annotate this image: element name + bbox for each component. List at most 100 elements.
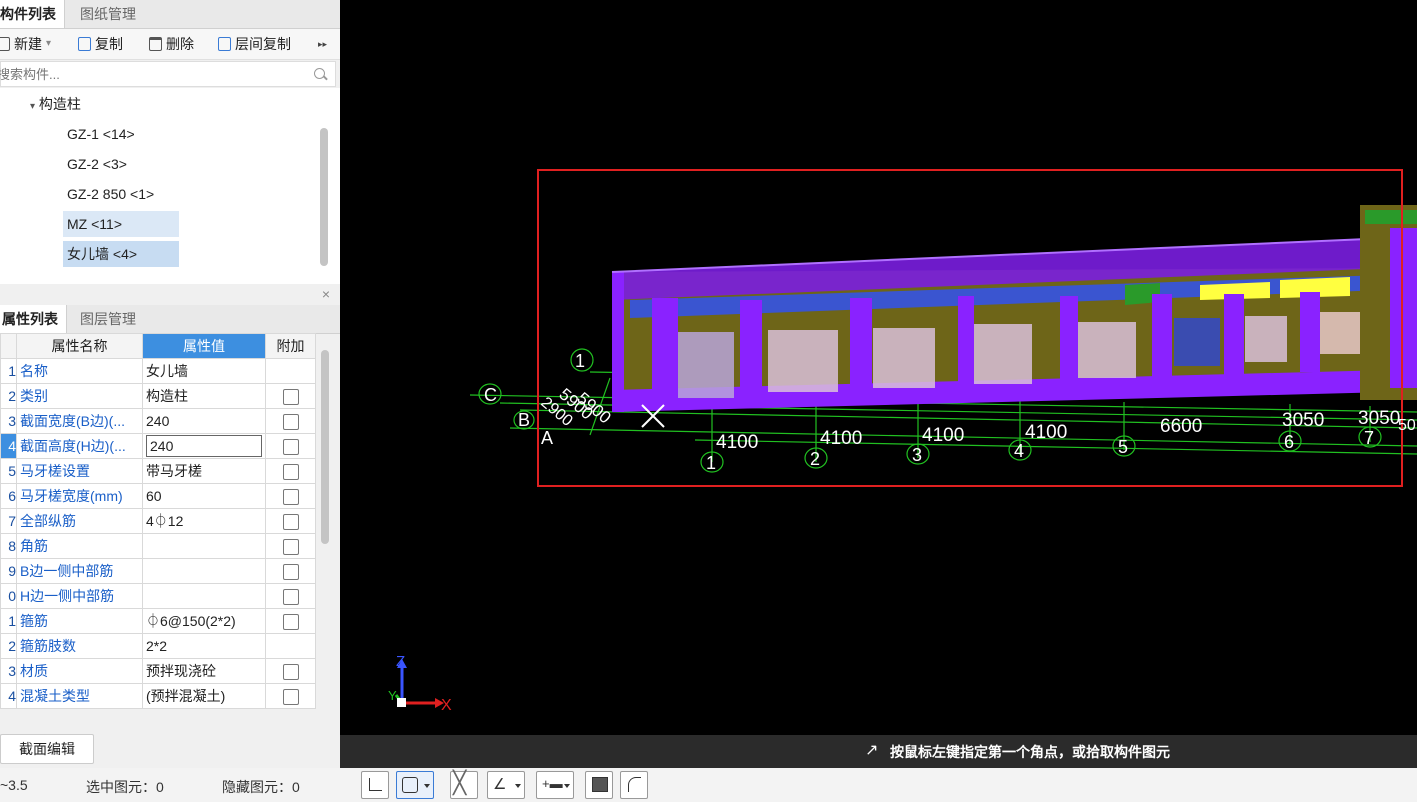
- property-value[interactable]: [142, 583, 266, 609]
- extra-checkbox[interactable]: [282, 388, 299, 405]
- property-value[interactable]: 2*2: [142, 633, 266, 659]
- table-row[interactable]: 4 混凝土类型 (预拌混凝土): [0, 683, 316, 709]
- cross-select-button[interactable]: ╳: [450, 770, 478, 799]
- extra-cell: [265, 508, 316, 534]
- extra-checkbox[interactable]: [282, 513, 299, 530]
- snap-button[interactable]: +▬: [536, 771, 574, 799]
- extra-checkbox[interactable]: [282, 663, 299, 680]
- building-model[interactable]: [611, 205, 1417, 412]
- row-index: 7: [0, 508, 17, 534]
- floor-copy-button[interactable]: 层间复制: [218, 29, 291, 59]
- delete-button[interactable]: 删除: [149, 29, 194, 59]
- extra-cell: [265, 633, 316, 659]
- select-mode-button[interactable]: [396, 771, 434, 799]
- axis-label-1-top: 1: [575, 351, 585, 371]
- tab-layer-management[interactable]: 图层管理: [72, 305, 144, 333]
- table-row[interactable]: 2 类别 构造柱: [0, 383, 316, 409]
- property-value[interactable]: ⏀6@150(2*2): [142, 608, 266, 634]
- row-index: 6: [0, 483, 17, 509]
- extra-checkbox[interactable]: [282, 413, 299, 430]
- table-row[interactable]: 5 马牙槎设置 带马牙槎: [0, 458, 316, 484]
- table-row[interactable]: 0 H边一侧中部筋: [0, 583, 316, 609]
- extra-checkbox[interactable]: [282, 438, 299, 455]
- search-input[interactable]: [0, 62, 289, 86]
- row-index: 5: [0, 458, 17, 484]
- display-button[interactable]: [585, 771, 613, 799]
- tab-component-list[interactable]: 构件列表: [0, 0, 65, 28]
- table-row[interactable]: 1 名称 女儿墙: [0, 358, 316, 384]
- property-value[interactable]: [142, 558, 266, 584]
- extra-checkbox[interactable]: [282, 588, 299, 605]
- tree-item-selected[interactable]: 女儿墙 <4>: [63, 241, 179, 267]
- table-row[interactable]: 8 角筋: [0, 533, 316, 559]
- extra-cell: [265, 433, 316, 459]
- property-value[interactable]: 240: [142, 408, 266, 434]
- property-value-cell[interactable]: 240: [142, 433, 266, 459]
- copy-button[interactable]: 复制: [78, 29, 123, 59]
- tree-item[interactable]: GZ-2 850 <1>: [63, 181, 158, 207]
- more-button[interactable]: ▸▸: [318, 29, 327, 59]
- section-edit-button[interactable]: 截面编辑: [0, 734, 94, 764]
- tree-item[interactable]: GZ-2 <3>: [63, 151, 131, 177]
- property-scrollbar[interactable]: [321, 350, 329, 544]
- table-row[interactable]: 6 马牙槎宽度(mm) 60: [0, 483, 316, 509]
- delete-label: 删除: [166, 36, 194, 52]
- row-index: 8: [0, 533, 17, 559]
- tree-category[interactable]: ▾ 构造柱: [30, 91, 81, 117]
- ortho-button[interactable]: [361, 771, 389, 799]
- close-icon[interactable]: ×: [322, 286, 330, 302]
- property-value[interactable]: [142, 533, 266, 559]
- row-index: 3: [0, 658, 17, 684]
- component-tree: ▾ 构造柱 GZ-1 <14> GZ-2 <3> GZ-2 850 <1> MZ…: [0, 88, 340, 284]
- row-index: 9: [0, 558, 17, 584]
- dim-label: 4100: [820, 428, 862, 449]
- table-row[interactable]: 3 截面宽度(B边)(... 240: [0, 408, 316, 434]
- curve-button[interactable]: [620, 771, 648, 799]
- extra-cell: [265, 558, 316, 584]
- property-value[interactable]: 预拌现浇砼: [142, 658, 266, 684]
- property-value[interactable]: 带马牙槎: [142, 458, 266, 484]
- new-button[interactable]: 新建 ▾: [0, 29, 51, 59]
- model-canvas[interactable]: C B A 1 1 2 3 4 5 6 7 4100 4100 4100 410…: [340, 0, 1417, 735]
- table-row[interactable]: 2 箍筋肢数 2*2: [0, 633, 316, 659]
- dim-label: 3050: [1282, 410, 1324, 431]
- tab-drawing-management[interactable]: 图纸管理: [72, 0, 144, 28]
- extra-checkbox[interactable]: [282, 688, 299, 705]
- extra-cell: [265, 408, 316, 434]
- extra-checkbox[interactable]: [282, 613, 299, 630]
- selected-count: 选中图元：0: [86, 779, 164, 795]
- left-panel: 构件列表 图纸管理 新建 ▾ 复制 删除 层间复制 ▸▸ ▾ 构造柱 GZ: [0, 0, 340, 768]
- chevron-down-icon: ▾: [46, 38, 52, 49]
- table-row[interactable]: 9 B边一侧中部筋: [0, 558, 316, 584]
- property-value-input[interactable]: 240: [146, 435, 262, 457]
- table-row[interactable]: 3 材质 预拌现浇砼: [0, 658, 316, 684]
- table-row[interactable]: 7 全部纵筋 4⏀12: [0, 508, 316, 534]
- extra-checkbox[interactable]: [282, 488, 299, 505]
- property-name: 马牙槎设置: [16, 458, 143, 484]
- tree-item[interactable]: GZ-1 <14>: [63, 121, 139, 147]
- property-value[interactable]: 60: [142, 483, 266, 509]
- extra-checkbox[interactable]: [282, 563, 299, 580]
- tab-property-list[interactable]: 属性列表: [0, 305, 67, 333]
- search-icon[interactable]: [314, 68, 325, 79]
- axis-label-col-2: 2: [810, 449, 820, 469]
- extra-checkbox[interactable]: [282, 538, 299, 555]
- table-row[interactable]: 1 箍筋 ⏀6@150(2*2): [0, 608, 316, 634]
- property-name: 名称: [16, 358, 143, 384]
- tree-scrollbar[interactable]: [320, 128, 328, 266]
- status-bar: ~3.5 选中图元：0 隐藏图元：0 ╳ ∠ +▬: [0, 768, 1417, 802]
- dim-label: 3050: [1358, 408, 1400, 429]
- tree-item[interactable]: MZ <11>: [63, 211, 179, 237]
- row-index: 3: [0, 408, 17, 434]
- 3d-viewport[interactable]: C B A 1 1 2 3 4 5 6 7 4100 4100 4100 410…: [340, 0, 1417, 735]
- property-value[interactable]: 4⏀12: [142, 508, 266, 534]
- property-value[interactable]: 女儿墙: [142, 358, 266, 384]
- property-value[interactable]: (预拌混凝土): [142, 683, 266, 709]
- angle-button[interactable]: ∠: [487, 771, 525, 799]
- property-name: 箍筋: [16, 608, 143, 634]
- property-value[interactable]: 构造柱: [142, 383, 266, 409]
- table-row[interactable]: 4 截面高度(H边)(... 240: [0, 433, 316, 459]
- extra-checkbox[interactable]: [282, 463, 299, 480]
- row-index: 4: [0, 683, 17, 709]
- expand-icon: ▾: [30, 101, 36, 112]
